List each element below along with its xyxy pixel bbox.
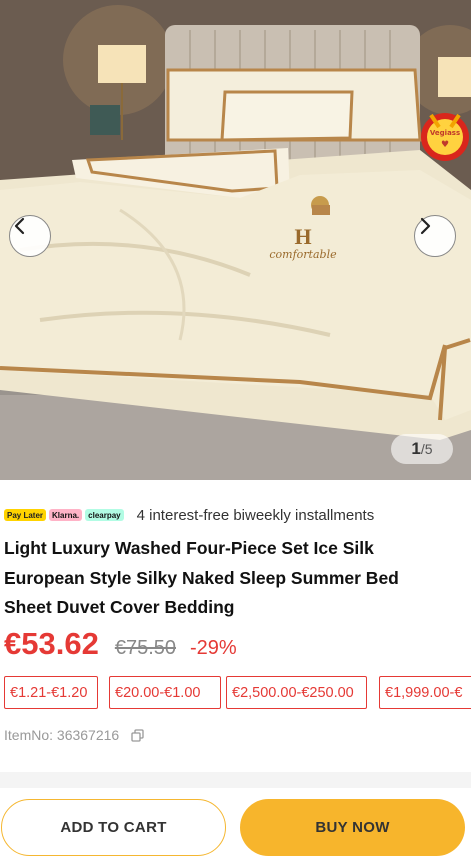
duvet-embroidery: H comfortable <box>262 224 344 262</box>
bottom-action-bar: ADD TO CART BUY NOW <box>0 788 471 859</box>
next-image-button[interactable] <box>414 215 456 257</box>
price-row: €53.62 €75.50 -29% <box>4 626 237 666</box>
price-tier[interactable]: €1,999.00-€ <box>379 676 471 709</box>
section-divider <box>0 772 471 788</box>
paypal-pay-later-logo: Pay Later <box>4 509 47 521</box>
price-tier[interactable]: €1.21-€1.20 <box>4 676 98 709</box>
product-image-carousel[interactable]: Vegiass ♥ H comfortable 1/5 <box>0 0 471 480</box>
image-counter-total: 5 <box>424 441 433 457</box>
item-number-text: ItemNo: 36367216 <box>4 727 120 743</box>
discount-badge: -29% <box>190 637 237 659</box>
image-counter-current: 1 <box>411 439 421 458</box>
product-photo <box>0 0 471 480</box>
price-tiers: €1.21-€1.20 €20.00-€1.00 €2,500.00-€250.… <box>4 676 471 709</box>
image-counter: 1/5 <box>391 434 453 464</box>
copy-icon[interactable] <box>131 728 144 742</box>
product-detail-page: Vegiass ♥ H comfortable 1/5 Pay Later Kl… <box>0 0 471 859</box>
installments-text: 4 interest-free biweekly installments <box>136 506 375 524</box>
installments-info[interactable]: Pay Later Klarna. clearpay 4 interest-fr… <box>4 504 374 526</box>
add-to-cart-button[interactable]: ADD TO CART <box>1 799 226 856</box>
product-title: Light Luxury Washed Four-Piece Set Ice S… <box>4 538 399 617</box>
embroidery-brand: H <box>294 224 312 249</box>
price-tier[interactable]: €20.00-€1.00 <box>109 676 221 709</box>
promo-badge: Vegiass ♥ <box>417 107 471 163</box>
clearpay-logo: clearpay <box>85 509 124 521</box>
chevron-right-icon <box>420 217 431 235</box>
svg-text:Vegiass: Vegiass <box>430 129 460 137</box>
chevron-left-icon <box>14 217 25 235</box>
previous-image-button[interactable] <box>9 215 51 257</box>
current-price: €53.62 <box>4 626 99 661</box>
price-tier[interactable]: €2,500.00-€250.00 <box>226 676 367 709</box>
item-number: ItemNo: 36367216 <box>4 727 144 743</box>
embroidery-text: comfortable <box>269 248 337 261</box>
buy-now-button[interactable]: BUY NOW <box>240 799 465 856</box>
klarna-logo: Klarna. <box>49 509 83 521</box>
svg-text:♥: ♥ <box>441 140 449 150</box>
original-price: €75.50 <box>114 637 176 659</box>
